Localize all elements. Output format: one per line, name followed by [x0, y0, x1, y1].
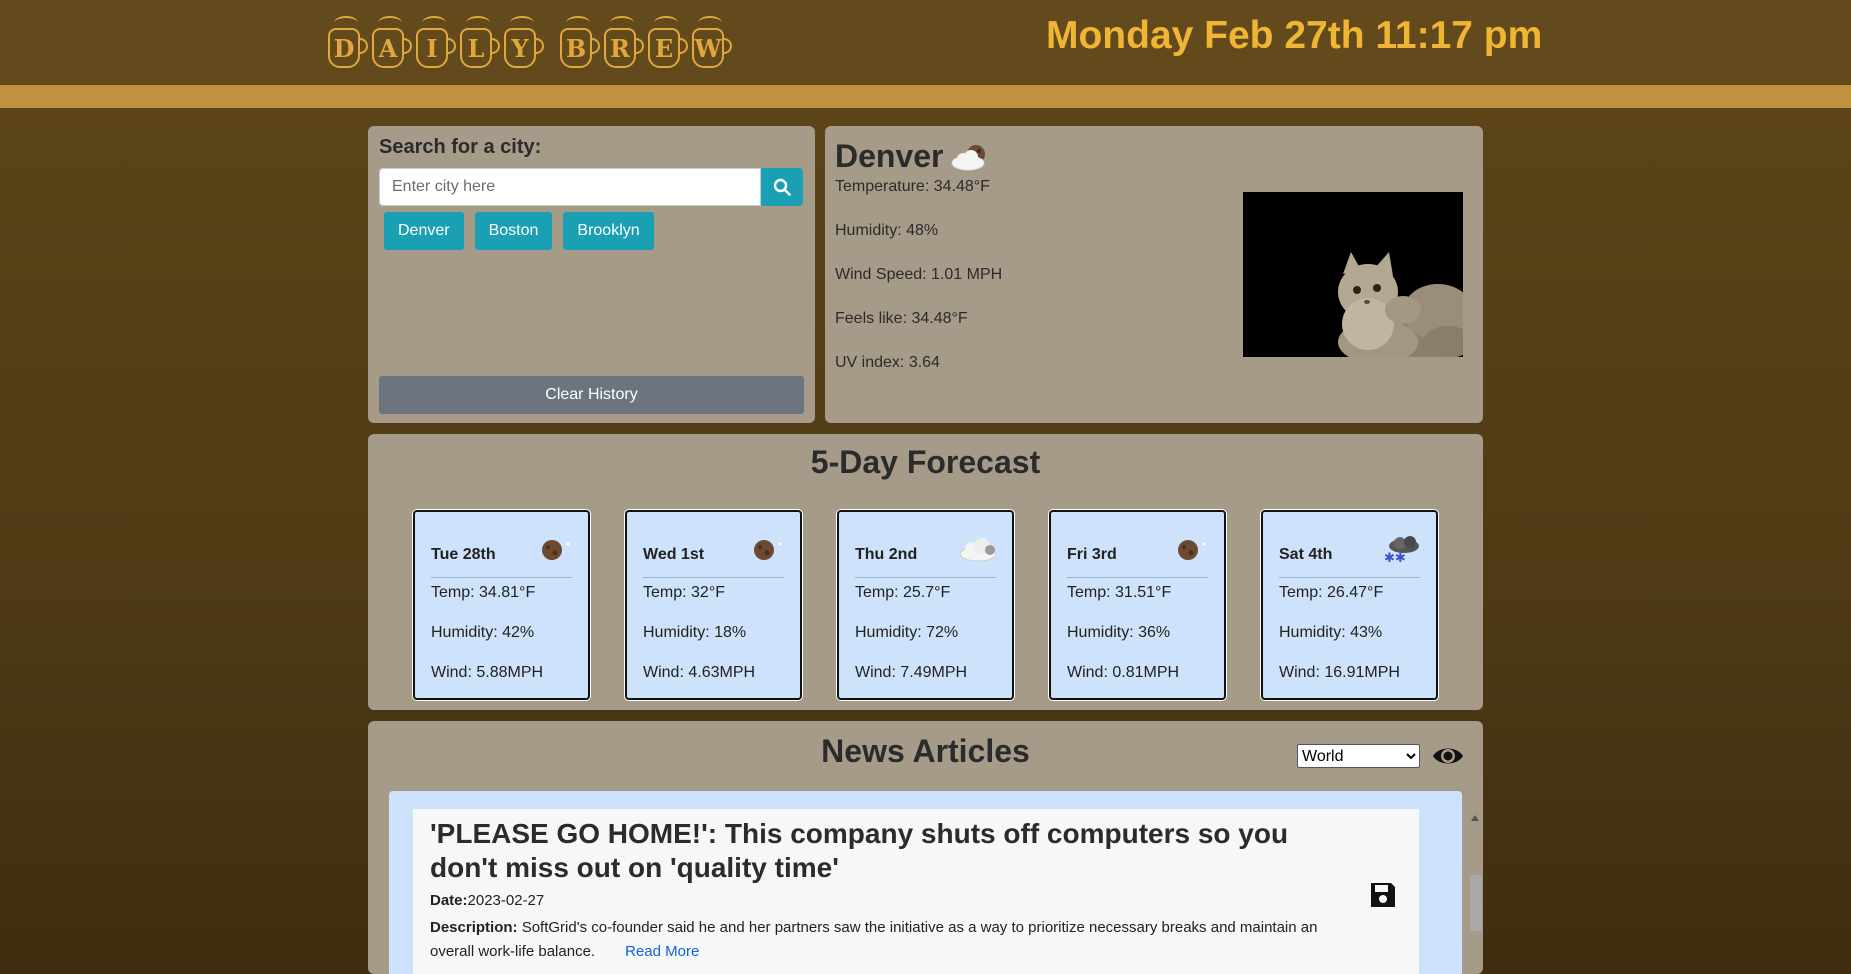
- forecast-card: Thu 2nd Temp: 25.7°F Humidity: 72% Wind:…: [837, 510, 1014, 700]
- current-weather-panel: Denver Temperature: 34.48°F Humidity: 48…: [825, 126, 1483, 423]
- moon-icon: [754, 540, 782, 560]
- moon-icon: [1178, 540, 1206, 560]
- forecast-card: Tue 28th Temp: 34.81°F Humidity: 42% Win…: [413, 510, 590, 700]
- news-category-select[interactable]: World: [1297, 744, 1420, 768]
- current-wind: Wind Speed: 1.01 MPH: [835, 266, 1003, 283]
- cloud-icon: [959, 538, 997, 562]
- article-description-text: SoftGrid's co-founder said he and her pa…: [430, 919, 1318, 960]
- forecast-temp: Temp: 32°F: [643, 584, 725, 601]
- forecast-panel: 5-Day Forecast Tue 28th Temp: 34.81°F Hu…: [368, 434, 1483, 710]
- news-list: 'PLEASE GO HOME!': This company shuts of…: [389, 791, 1482, 974]
- card-divider: [855, 577, 996, 578]
- forecast-wind: Wind: 7.49MPH: [855, 664, 968, 681]
- logo-mug-letter: E: [646, 16, 688, 70]
- forecast-card: Wed 1st Temp: 32°F Humidity: 18% Wind: 4…: [625, 510, 802, 700]
- article-description: Description: SoftGrid's co-founder said …: [430, 916, 1360, 964]
- search-icon: [773, 178, 791, 196]
- clear-history-button[interactable]: Clear History: [379, 376, 804, 414]
- card-divider: [643, 577, 784, 578]
- scroll-up-arrow[interactable]: [1471, 815, 1479, 821]
- forecast-humidity: Humidity: 18%: [643, 624, 747, 641]
- forecast-temp: Temp: 25.7°F: [855, 584, 951, 601]
- card-divider: [431, 577, 572, 578]
- forecast-day: Wed 1st: [643, 546, 705, 563]
- history-city-button[interactable]: Denver: [384, 212, 464, 250]
- forecast-temp: Temp: 34.81°F: [431, 584, 536, 601]
- news-panel: News Articles World 'PLEASE GO HOME!': T…: [368, 721, 1483, 974]
- search-button[interactable]: [761, 168, 803, 206]
- logo-mug-letter: R: [602, 16, 644, 70]
- current-city: Denver: [835, 138, 992, 175]
- logo-mug-letter: I: [414, 16, 456, 70]
- forecast-wind: Wind: 16.91MPH: [1279, 664, 1400, 681]
- search-title: Search for a city:: [379, 136, 542, 158]
- header-stripe: [0, 85, 1851, 108]
- card-divider: [1067, 577, 1208, 578]
- forecast-wind: Wind: 4.63MPH: [643, 664, 756, 681]
- eye-icon[interactable]: [1431, 741, 1465, 771]
- current-temperature: Temperature: 34.48°F: [835, 178, 990, 195]
- article-title: 'PLEASE GO HOME!': This company shuts of…: [430, 818, 1289, 883]
- logo-mug-letter: Y: [502, 16, 544, 70]
- article-description-label: Description:: [430, 919, 518, 936]
- current-datetime: Monday Feb 27th 11:17 pm: [1046, 14, 1543, 57]
- article-date-value: 2023-02-27: [467, 892, 545, 909]
- article-date-label: Date:: [430, 892, 468, 909]
- forecast-card: Sat 4th ✱✱ Temp: 26.47°F Humidity: 43% W…: [1261, 510, 1438, 700]
- forecast-day: Fri 3rd: [1067, 546, 1117, 563]
- cat-in-clouds-image: [1243, 192, 1463, 357]
- forecast-humidity: Humidity: 43%: [1279, 624, 1383, 641]
- header-bar: [0, 0, 1851, 85]
- forecast-temp: Temp: 26.47°F: [1279, 584, 1384, 601]
- logo-mug-letter: W: [690, 16, 732, 70]
- forecast-day: Thu 2nd: [855, 546, 918, 563]
- snow-icon: ✱✱: [1384, 536, 1419, 564]
- forecast-wind: Wind: 5.88MPH: [431, 664, 544, 681]
- history-city-button[interactable]: Boston: [474, 212, 553, 250]
- news-article: 'PLEASE GO HOME!': This company shuts of…: [413, 809, 1419, 974]
- current-feels-like: Feels like: 34.48°F: [835, 310, 968, 327]
- logo-mug-letter: B: [558, 16, 600, 70]
- logo-mug-letter: A: [370, 16, 412, 70]
- save-icon[interactable]: [1369, 881, 1397, 909]
- logo-mug-letter: D: [326, 16, 368, 70]
- news-scrollbar[interactable]: [1467, 809, 1483, 974]
- forecast-humidity: Humidity: 36%: [1067, 624, 1171, 641]
- forecast-day: Sat 4th: [1279, 546, 1333, 563]
- forecast-title: 5-Day Forecast: [810, 444, 1041, 480]
- forecast-humidity: Humidity: 42%: [431, 624, 535, 641]
- read-more-link[interactable]: Read More: [625, 943, 699, 960]
- city-name: Denver: [835, 138, 944, 174]
- logo-mug-letter: L: [458, 16, 500, 70]
- forecast-temp: Temp: 31.51°F: [1067, 584, 1172, 601]
- scroll-thumb[interactable]: [1470, 875, 1482, 931]
- forecast-day: Tue 28th: [431, 546, 496, 563]
- moon-icon: [542, 540, 570, 560]
- search-history: Denver Boston Brooklyn: [384, 212, 654, 250]
- search-panel: Search for a city: Denver Boston Brookly…: [368, 126, 815, 423]
- city-search-input[interactable]: [379, 168, 761, 206]
- svg-text:✱✱: ✱✱: [1384, 551, 1406, 564]
- forecast-card: Fri 3rd Temp: 31.51°F Humidity: 36% Wind…: [1049, 510, 1226, 700]
- article-date: Date:2023-02-27: [430, 892, 544, 909]
- forecast-humidity: Humidity: 72%: [855, 624, 959, 641]
- cloud-with-moon-icon: [951, 144, 985, 170]
- history-city-button[interactable]: Brooklyn: [563, 212, 654, 250]
- card-divider: [1279, 577, 1420, 578]
- current-humidity: Humidity: 48%: [835, 222, 939, 239]
- daily-brew-logo: DAILYBREW: [326, 14, 734, 70]
- forecast-wind: Wind: 0.81MPH: [1067, 664, 1180, 681]
- current-uv-index: UV index: 3.64: [835, 354, 940, 371]
